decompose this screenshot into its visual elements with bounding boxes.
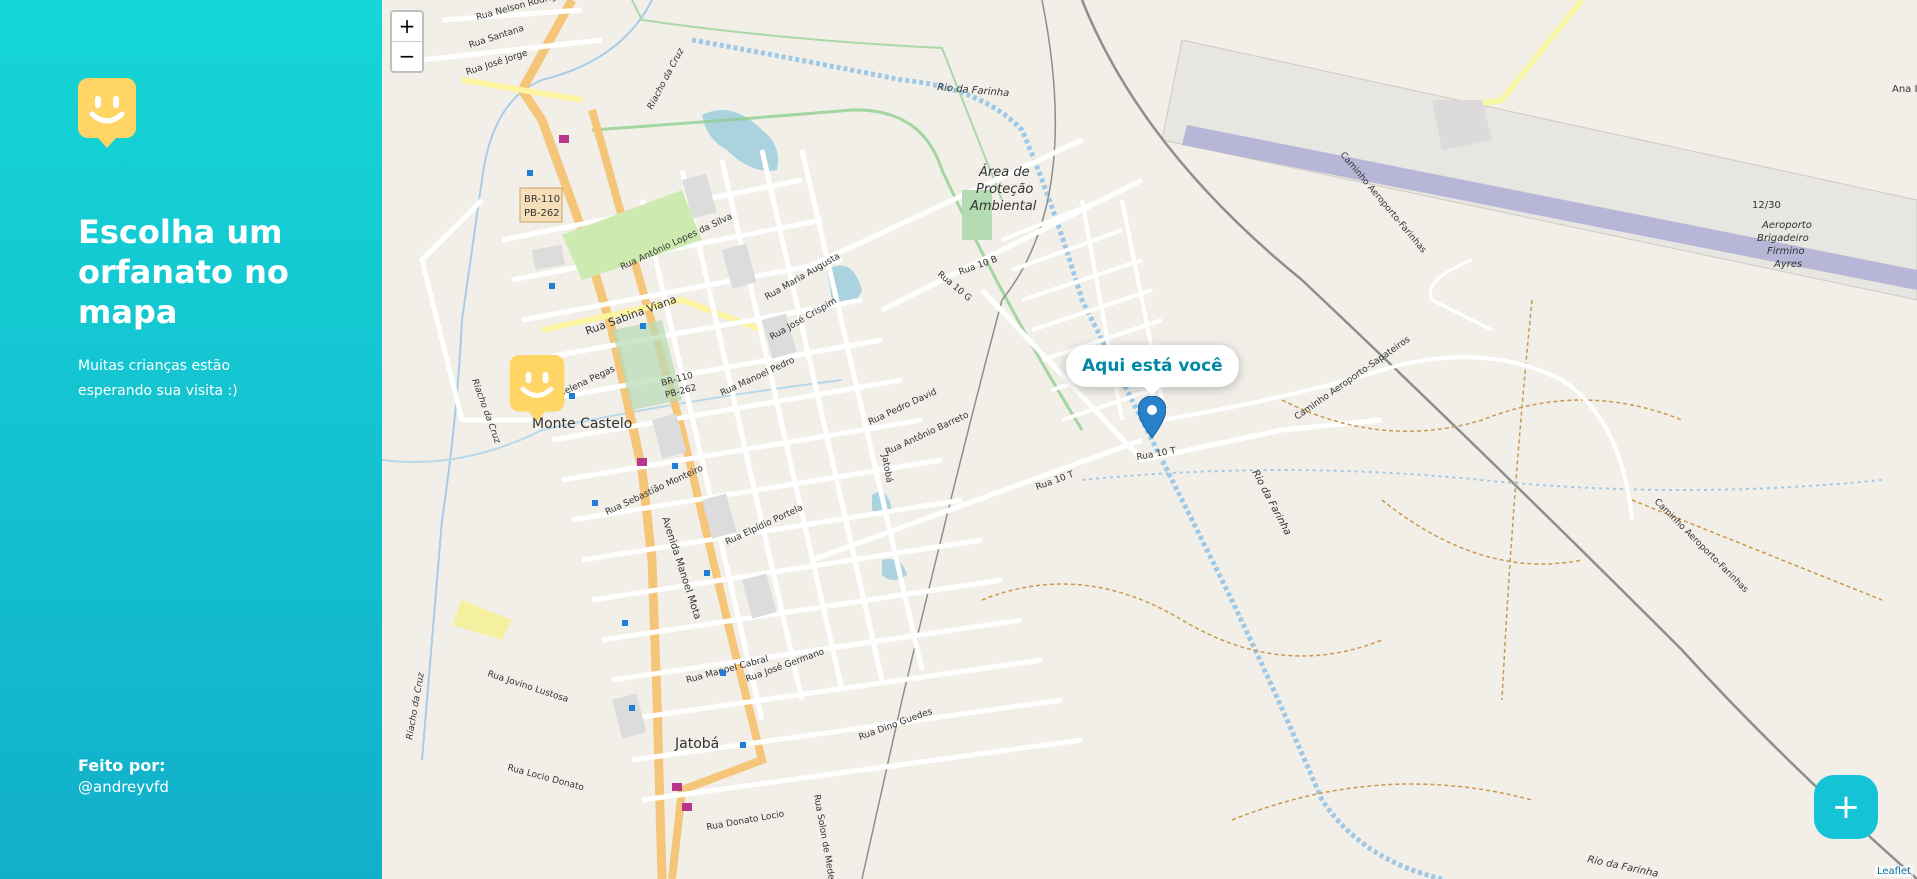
- orphanage-marker-icon[interactable]: [508, 355, 566, 425]
- popup-text: Aqui está você: [1082, 356, 1223, 376]
- label-rua-santana: Rua Santana: [468, 24, 525, 51]
- label-rua-solon: Rua Solon de Medeiros: [811, 794, 839, 879]
- lake-4: [882, 559, 907, 580]
- main-road: [516, 0, 667, 879]
- park-3: [962, 190, 992, 240]
- label-caminho-farinhas-2: Caminho Aeroporto-Farinhas: [1652, 497, 1750, 595]
- footer-credits: Feito por: @andreyvfd: [78, 755, 169, 797]
- side-road: [1429, 258, 1493, 332]
- label-runway: 12/30: [1752, 200, 1781, 211]
- label-jatoba: Jatobá: [674, 736, 719, 752]
- location-popup: Aqui está você: [1066, 345, 1239, 395]
- label-aeroporto-3: Firmino: [1767, 246, 1805, 257]
- add-orphanage-button[interactable]: +: [1814, 775, 1878, 839]
- label-rua-antonio-barreto: Rua Antônio Barreto: [884, 409, 971, 458]
- label-rio-farinha-3: Rio da Farinha: [1586, 854, 1659, 879]
- happy-logo-icon: [78, 78, 136, 152]
- label-ana: Ana I: [1892, 84, 1917, 95]
- credit-handle: @andreyvfd: [78, 778, 169, 796]
- label-aeroporto-1: Aeroporto: [1761, 220, 1812, 231]
- zoom-out-button[interactable]: −: [392, 41, 422, 71]
- label-riacho-cruz-2: Riacho da Cruz: [469, 378, 502, 445]
- page-subtitle: Muitas crianças estão esperando sua visi…: [78, 358, 238, 399]
- yellow-lot: [452, 600, 512, 640]
- page-title: Escolha um orfanato no mapa: [78, 213, 289, 331]
- credit-label: Feito por:: [78, 756, 166, 775]
- label-rua-jovino: Rua Jovino Lustosa: [486, 669, 569, 705]
- map-attribution[interactable]: Leaflet: [1874, 866, 1913, 877]
- taxiway: [1441, 0, 1585, 113]
- zoom-control: + −: [390, 10, 424, 73]
- label-rua-locio: Rua Locio Donato: [506, 763, 585, 793]
- protected-area-border-2: [631, 0, 1003, 201]
- zoom-in-button[interactable]: +: [392, 12, 422, 41]
- label-aeroporto-4: Ayres: [1773, 259, 1802, 270]
- user-location-pin-icon[interactable]: [1137, 395, 1167, 442]
- label-rio-farinha-2: Rio da Farinha: [1249, 468, 1293, 537]
- label-caminho-sapateiros: Caminho Aeroporto-Sapateiros: [1293, 335, 1412, 423]
- label-area-3: Ambiental: [969, 199, 1037, 214]
- label-aeroporto-2: Brigadeiro: [1757, 233, 1809, 244]
- sidebar: Escolha um orfanato no mapa Muitas crian…: [0, 0, 382, 879]
- dotted-creek: [1081, 469, 1883, 491]
- label-riacho-cruz: Riacho da Cruz: [646, 47, 687, 112]
- label-rua-donato-locio: Rua Donato Locio: [706, 809, 786, 833]
- label-rua-10t-2: Rua 10 T: [1136, 446, 1177, 463]
- map-view[interactable]: Monte Castelo Jatobá Área de Proteção Am…: [382, 0, 1917, 879]
- label-av-manoel-mota: Avenida Manoel Mota: [659, 516, 703, 621]
- label-pb262: PB-262: [524, 208, 560, 219]
- label-area-1: Área de: [978, 164, 1030, 180]
- label-br110: BR-110: [524, 194, 560, 205]
- city-blocks: [532, 173, 797, 739]
- label-area-2: Proteção: [976, 182, 1033, 197]
